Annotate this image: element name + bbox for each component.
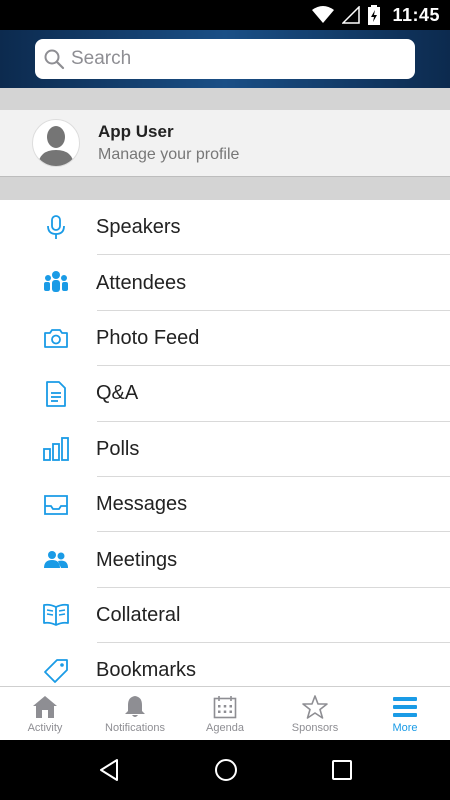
tab-label: Activity: [27, 722, 63, 734]
menu-item-label: Speakers: [96, 216, 181, 239]
header: [0, 30, 450, 88]
microphone-icon: [47, 214, 65, 239]
battery-charging-icon: [368, 5, 381, 25]
profile-subtitle: Manage your profile: [98, 146, 240, 163]
tab-notifications[interactable]: Notifications: [90, 687, 180, 740]
menu-item-polls[interactable]: Polls: [0, 422, 450, 478]
menu-item-photo-feed[interactable]: Photo Feed: [0, 311, 450, 367]
menu-item-label: Photo Feed: [96, 326, 200, 349]
tag-icon: [44, 658, 68, 683]
menu-item-collateral[interactable]: Collateral: [0, 588, 450, 644]
user-silhouette-icon: [38, 126, 74, 166]
clock-time: 11:45: [392, 4, 440, 25]
bell-icon: [125, 696, 145, 717]
menu-item-messages[interactable]: Messages: [0, 477, 450, 533]
inbox-icon: [44, 494, 68, 515]
tab-sponsors[interactable]: Sponsors: [270, 687, 360, 740]
more-menu-list: Speakers Attendees Photo Feed Q&A Polls …: [0, 200, 450, 686]
search-box[interactable]: [35, 39, 415, 79]
tab-activity[interactable]: Activity: [0, 687, 90, 740]
tab-more[interactable]: More: [360, 687, 450, 740]
hamburger-menu-icon: [393, 697, 417, 717]
open-book-icon: [43, 604, 69, 627]
star-icon: [302, 695, 328, 719]
menu-item-bookmarks[interactable]: Bookmarks: [0, 643, 450, 686]
menu-item-qa[interactable]: Q&A: [0, 366, 450, 422]
menu-item-label: Attendees: [96, 271, 187, 294]
tab-label: Sponsors: [291, 722, 339, 734]
home-icon: [33, 696, 57, 718]
menu-item-label: Meetings: [96, 548, 178, 571]
wifi-icon: [312, 6, 335, 23]
back-icon[interactable]: [97, 758, 121, 782]
tab-label: Agenda: [206, 722, 244, 734]
tab-agenda[interactable]: Agenda: [180, 687, 270, 740]
bar-chart-icon: [43, 437, 69, 462]
menu-item-label: Q&A: [96, 382, 139, 405]
cellular-signal-icon: [342, 6, 361, 24]
menu-item-label: Polls: [96, 437, 140, 460]
menu-item-label: Collateral: [96, 603, 181, 626]
menu-item-meetings[interactable]: Meetings: [0, 532, 450, 589]
tab-label: Notifications: [105, 722, 165, 734]
profile-name: App User: [98, 122, 174, 141]
menu-item-attendees[interactable]: Attendees: [0, 255, 450, 312]
menu-item-label: Messages: [96, 493, 188, 516]
calendar-icon: [213, 696, 237, 719]
document-icon: [46, 380, 66, 407]
system-navigation-bar: [0, 740, 450, 800]
recent-apps-icon[interactable]: [331, 759, 353, 781]
search-icon: [44, 49, 65, 70]
profile-row[interactable]: App User Manage your profile: [0, 110, 450, 176]
two-people-icon: [44, 551, 68, 569]
search-input[interactable]: [71, 48, 391, 70]
section-divider: [0, 88, 450, 110]
bottom-tab-bar: Activity Notifications Agenda Sponsors M…: [0, 686, 450, 740]
menu-item-label: Bookmarks: [96, 659, 197, 682]
camera-icon: [44, 329, 68, 349]
section-divider: [0, 176, 450, 200]
tab-label: More: [392, 722, 418, 734]
menu-item-speakers[interactable]: Speakers: [0, 200, 450, 256]
avatar: [32, 119, 80, 167]
home-circle-icon[interactable]: [214, 758, 238, 782]
people-group-icon: [44, 271, 68, 293]
status-bar: 11:45: [0, 0, 450, 30]
